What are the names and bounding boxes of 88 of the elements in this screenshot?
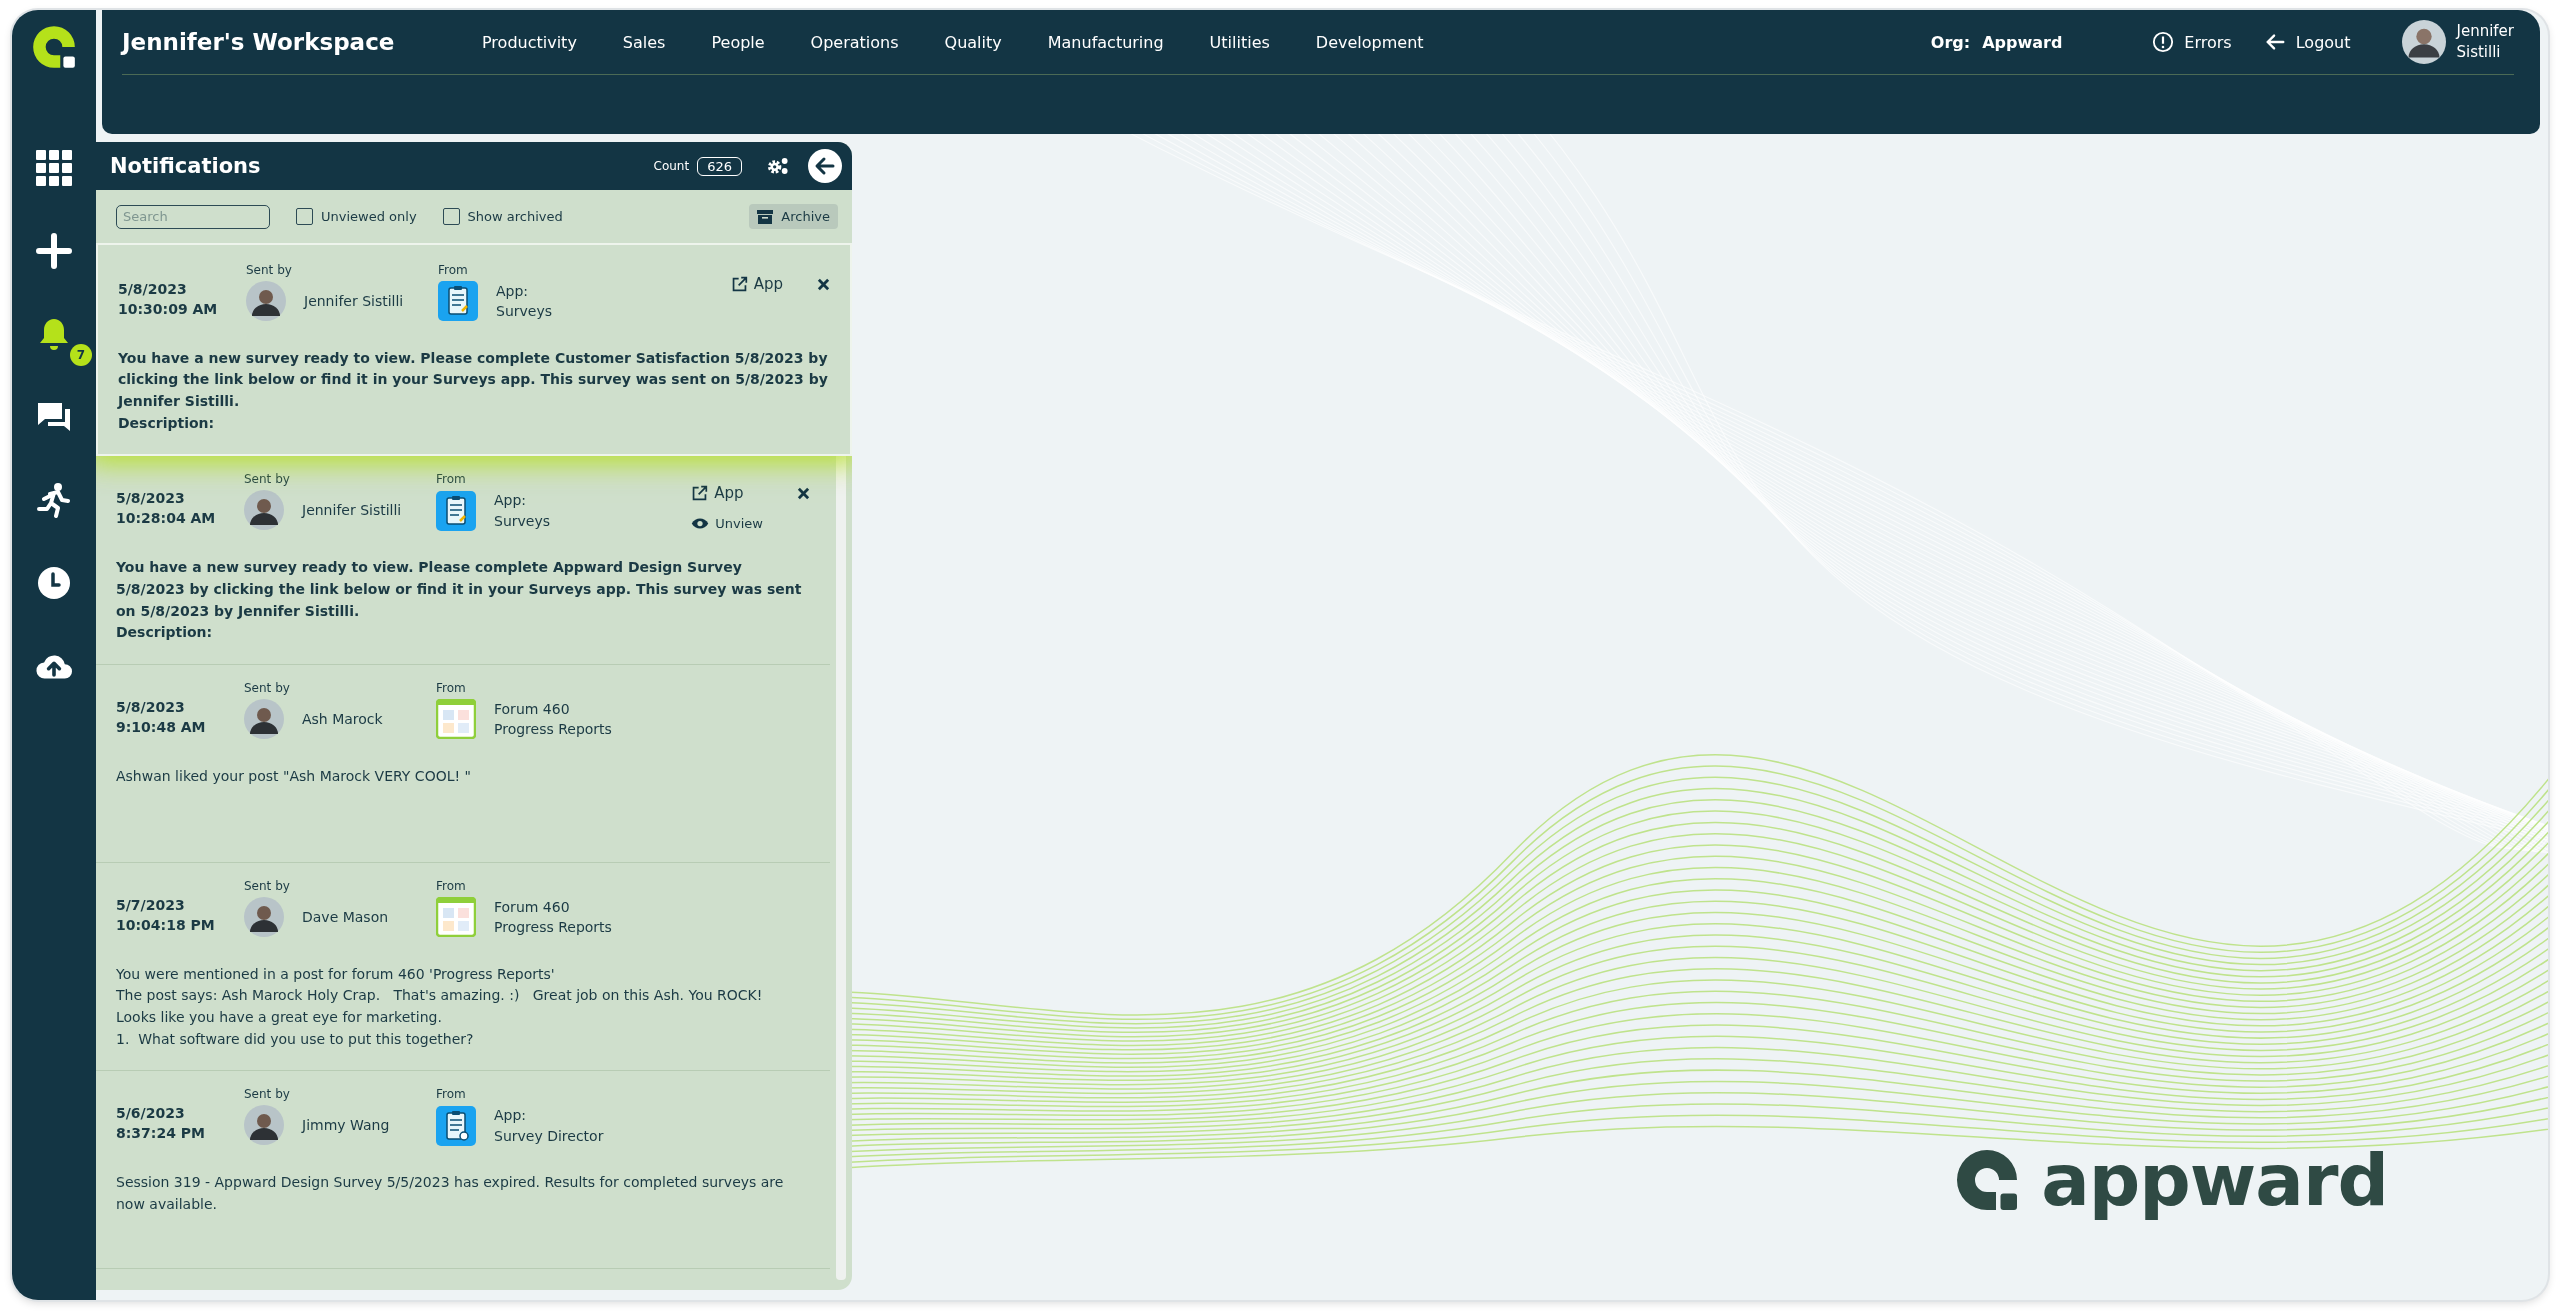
notification-time: 8:37:24 PM (116, 1125, 206, 1142)
notification-date: 5/8/2023 (116, 490, 186, 507)
sent-by-label: Sent by (246, 263, 293, 277)
archive-box-icon[interactable] (757, 209, 774, 224)
notification-time: 9:10:48 AM (116, 719, 207, 736)
source-name: App: Survey Director (494, 1106, 604, 1146)
search-field[interactable]: Search (116, 204, 270, 229)
running-person-icon[interactable] (36, 482, 72, 518)
source-name: Forum 460 Progress Reports (494, 700, 612, 740)
notification-time: 10:28:04 AM (116, 510, 217, 527)
avatar-icon (244, 1105, 284, 1146)
nav-menu-item[interactable]: Productivity (482, 32, 577, 52)
nav-menu-item[interactable]: Utilities (1209, 32, 1270, 52)
clipboard-gear-icon (436, 1105, 476, 1146)
notification-date: 5/8/2023 (116, 699, 186, 716)
sender-name: Dave Mason (302, 909, 389, 926)
sent-by-label: Sent by (244, 1087, 291, 1102)
sender-name: Jennifer Sistilli (304, 293, 404, 309)
from-label: From (438, 263, 469, 277)
eye-icon[interactable] (691, 517, 710, 531)
org-label: Org: (1930, 32, 1971, 52)
logout-link[interactable]: Logout (2263, 31, 2351, 53)
checkbox-label: Unviewed only (321, 209, 417, 224)
nav-menu-item[interactable]: Sales (622, 32, 666, 52)
count-label: Count (653, 159, 690, 173)
external-link-icon[interactable] (691, 484, 709, 502)
from-label: From (436, 472, 467, 487)
checkbox[interactable] (296, 208, 313, 225)
apps-grid-icon[interactable] (36, 150, 72, 186)
close-icon[interactable] (797, 486, 810, 500)
sent-by-label: Sent by (244, 879, 291, 894)
sender-name: Ash Marock (302, 711, 383, 728)
clipboard-icon (438, 281, 478, 322)
unview-link[interactable]: Unview (691, 516, 763, 532)
source-name: Forum 460 Progress Reports (494, 898, 612, 938)
close-icon[interactable] (817, 277, 830, 291)
notification-time: 10:30:09 AM (118, 301, 219, 317)
from-label: From (436, 879, 467, 894)
nav-menu-item[interactable]: Quality (944, 32, 1002, 52)
avatar-icon (244, 897, 284, 938)
nav-menu-item[interactable]: Operations (810, 32, 899, 52)
open-app-link[interactable]: App (730, 275, 783, 293)
sent-by-label: Sent by (244, 681, 291, 696)
nav-menu-item[interactable]: People (711, 32, 765, 52)
source-name: App: Surveys (496, 282, 552, 322)
error-icon[interactable] (2152, 31, 2175, 53)
sender-name: Jennifer Sistilli (302, 502, 402, 519)
notification-date: 5/7/2023 (116, 897, 186, 914)
notification-date: 5/8/2023 (118, 281, 188, 297)
notification-message: Ashwan liked your post "Ash Marock VERY COOL! " (116, 766, 472, 786)
open-app-link[interactable]: App (691, 484, 763, 503)
notification-card[interactable]: 5/6/2023 8:37:24 PM Sent by Jimmy Wang From App: Survey Director Session 319 - Appward Design Survey 5/5/2023 has expired. Results for completed surveys are now available. (96, 1071, 830, 1270)
forum-board-icon (436, 699, 476, 740)
notification-message: You have a new survey ready to view. Please complete Customer Satisfaction 5/8/2023 by clicking the link below or find it in your Surveys app. This survey was sent on 5/8/2023 by Jennifer Sistilli. Description: (118, 348, 829, 433)
source-name: App: Surveys (494, 491, 550, 531)
sender-name: Jimmy Wang (302, 1117, 390, 1134)
archive-button[interactable]: Archive (749, 204, 838, 229)
brand-wordmark: appward (2041, 1138, 2388, 1222)
count-value: 626 (697, 156, 742, 176)
notification-message: You were mentioned in a post for forum 460 'Progress Reports' The post says: Ash Marock Holy Crap. That's amazing. :) Great job on this Ash. You ROCK! Looks like you have a great eye for marketing. 1. What software did you use to put this together? (116, 964, 764, 1049)
notification-date: 5/6/2023 (116, 1105, 186, 1122)
plus-icon[interactable] (36, 233, 72, 269)
nav-menu-item[interactable]: Manufacturing (1047, 32, 1164, 52)
notification-count-badge: 7 (70, 344, 92, 366)
avatar-icon (246, 281, 286, 321)
notification-time: 10:04:18 PM (116, 917, 216, 934)
forum-board-icon (436, 897, 476, 938)
nav-menu-item[interactable]: Development (1315, 32, 1424, 52)
from-label: From (436, 1087, 467, 1102)
from-label: From (436, 681, 467, 696)
avatar-icon (244, 490, 284, 531)
user-name[interactable]: Jennifer Sistilli (2456, 21, 2514, 63)
errors-link[interactable]: Errors (2152, 31, 2232, 53)
workspace-title: Jennifer's Workspace (122, 29, 396, 55)
user-avatar[interactable] (2402, 20, 2447, 64)
notification-message: You have a new survey ready to view. Please complete Appward Design Survey 5/8/2023 by clicking the link below or find it in your Surveys app. This survey was sent on 5/8/2023 by Jennifer Sistilli. Description: (116, 558, 803, 643)
org-name: Appward (1982, 32, 2063, 52)
avatar-icon (244, 699, 284, 740)
sent-by-label: Sent by (244, 472, 291, 487)
panel-title: Notifications (110, 154, 262, 178)
notification-card[interactable]: 5/8/2023 9:10:48 AM Sent by Ash Marock From Forum 460 Progress Reports Ashwan liked your post "Ash Marock VERY COOL! " (96, 665, 830, 864)
settings-icon[interactable] (766, 156, 790, 176)
notification-message: Session 319 - Appward Design Survey 5/5/2023 has expired. Results for completed surveys are now available. (116, 1173, 785, 1214)
clock-icon[interactable] (36, 565, 72, 601)
clipboard-icon (436, 490, 476, 531)
checkbox-label: Show archived (467, 209, 563, 224)
checkbox[interactable] (442, 208, 460, 225)
external-link-icon[interactable] (730, 275, 748, 293)
